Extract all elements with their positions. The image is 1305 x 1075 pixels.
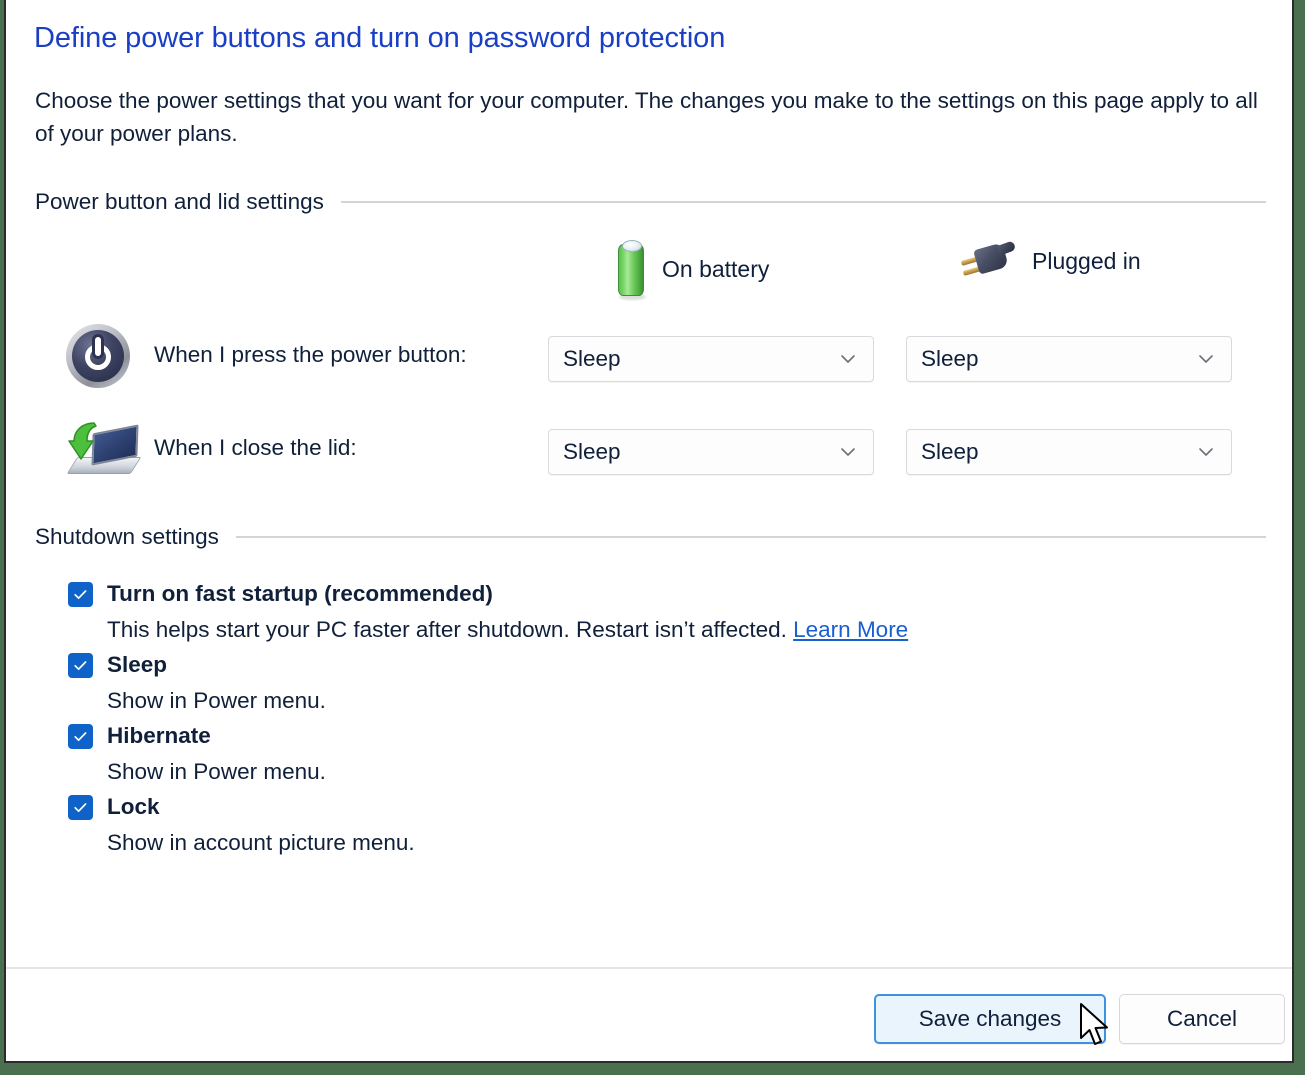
checkbox-checked-icon[interactable] (68, 723, 93, 749)
cancel-button[interactable]: Cancel (1119, 994, 1285, 1044)
down-arrow-icon (68, 422, 97, 460)
checkbox-row-hibernate[interactable]: Hibernate (68, 720, 1248, 752)
section-header-shutdown: Shutdown settings (35, 524, 1266, 550)
checkbox-checked-icon[interactable] (68, 794, 93, 820)
list-item: Lock Show in account picture menu. (68, 791, 1248, 856)
dropdown-close-lid-plugged-in[interactable]: Sleep (906, 429, 1232, 475)
power-options-window: Define power buttons and turn on passwor… (4, 0, 1294, 1063)
dropdown-close-lid-on-battery[interactable]: Sleep (548, 429, 874, 475)
checkbox-description: Show in Power menu. (107, 688, 326, 713)
chevron-down-icon (839, 350, 857, 368)
checkbox-row-sleep[interactable]: Sleep (68, 649, 1248, 681)
chevron-down-icon (1197, 350, 1215, 368)
dropdown-value: Sleep (921, 439, 979, 464)
setting-row-power-button: When I press the power button: Sleep Sle… (6, 324, 1292, 394)
page-title: Define power buttons and turn on passwor… (34, 22, 726, 54)
column-label-plugged-in: Plugged in (1032, 247, 1141, 274)
column-label-on-battery: On battery (662, 255, 770, 282)
checkbox-row-lock[interactable]: Lock (68, 791, 1248, 823)
checkbox-row-fast-startup[interactable]: Turn on fast startup (recommended) (68, 578, 1248, 610)
power-button-icon (64, 324, 140, 394)
section-header-power-lid: Power button and lid settings (35, 189, 1266, 215)
checkbox-checked-icon[interactable] (68, 581, 93, 607)
checkbox-label: Turn on fast startup (recommended) (107, 581, 493, 606)
settings-content: Define power buttons and turn on passwor… (6, 0, 1292, 967)
list-item: Turn on fast startup (recommended) This … (68, 578, 1248, 643)
section-divider (340, 201, 1266, 203)
checkbox-label: Sleep (107, 652, 168, 677)
learn-more-link[interactable]: Learn More (793, 617, 908, 642)
column-headers: On battery Plugged in (6, 238, 1292, 302)
power-plug-icon (958, 238, 1018, 284)
chevron-down-icon (1197, 443, 1215, 461)
laptop-lid-icon (64, 417, 142, 487)
dropdown-value: Sleep (921, 346, 979, 371)
shutdown-settings-list: Turn on fast startup (recommended) This … (68, 578, 1248, 862)
column-header-plugged-in: Plugged in (958, 238, 1141, 284)
chevron-down-icon (839, 443, 857, 461)
setting-label-close-lid: When I close the lid: (154, 435, 357, 460)
checkbox-description: This helps start your PC faster after sh… (107, 617, 1248, 643)
dropdown-power-button-plugged-in[interactable]: Sleep (906, 336, 1232, 382)
checkbox-label: Hibernate (107, 723, 211, 748)
description-text: This helps start your PC faster after sh… (107, 617, 794, 642)
dialog-footer: Save changes Cancel (6, 969, 1292, 1061)
checkbox-label: Lock (107, 794, 160, 819)
list-item: Hibernate Show in Power menu. (68, 720, 1248, 785)
section-label-shutdown: Shutdown settings (35, 524, 219, 549)
checkbox-description: Show in account picture menu. (107, 830, 415, 855)
dropdown-power-button-on-battery[interactable]: Sleep (548, 336, 874, 382)
dropdown-value: Sleep (563, 439, 621, 464)
checkbox-checked-icon[interactable] (68, 652, 93, 678)
setting-row-close-lid: When I close the lid: Sleep Sleep (6, 417, 1292, 487)
page-description: Choose the power settings that you want … (35, 88, 1258, 146)
save-changes-button[interactable]: Save changes (874, 994, 1106, 1044)
battery-icon (614, 238, 648, 300)
section-label-power-lid: Power button and lid settings (35, 189, 324, 214)
checkbox-description: Show in Power menu. (107, 759, 326, 784)
dropdown-value: Sleep (563, 346, 621, 371)
column-header-on-battery: On battery (614, 238, 769, 300)
list-item: Sleep Show in Power menu. (68, 649, 1248, 714)
setting-label-power-button: When I press the power button: (154, 342, 467, 367)
section-divider (235, 536, 1266, 538)
